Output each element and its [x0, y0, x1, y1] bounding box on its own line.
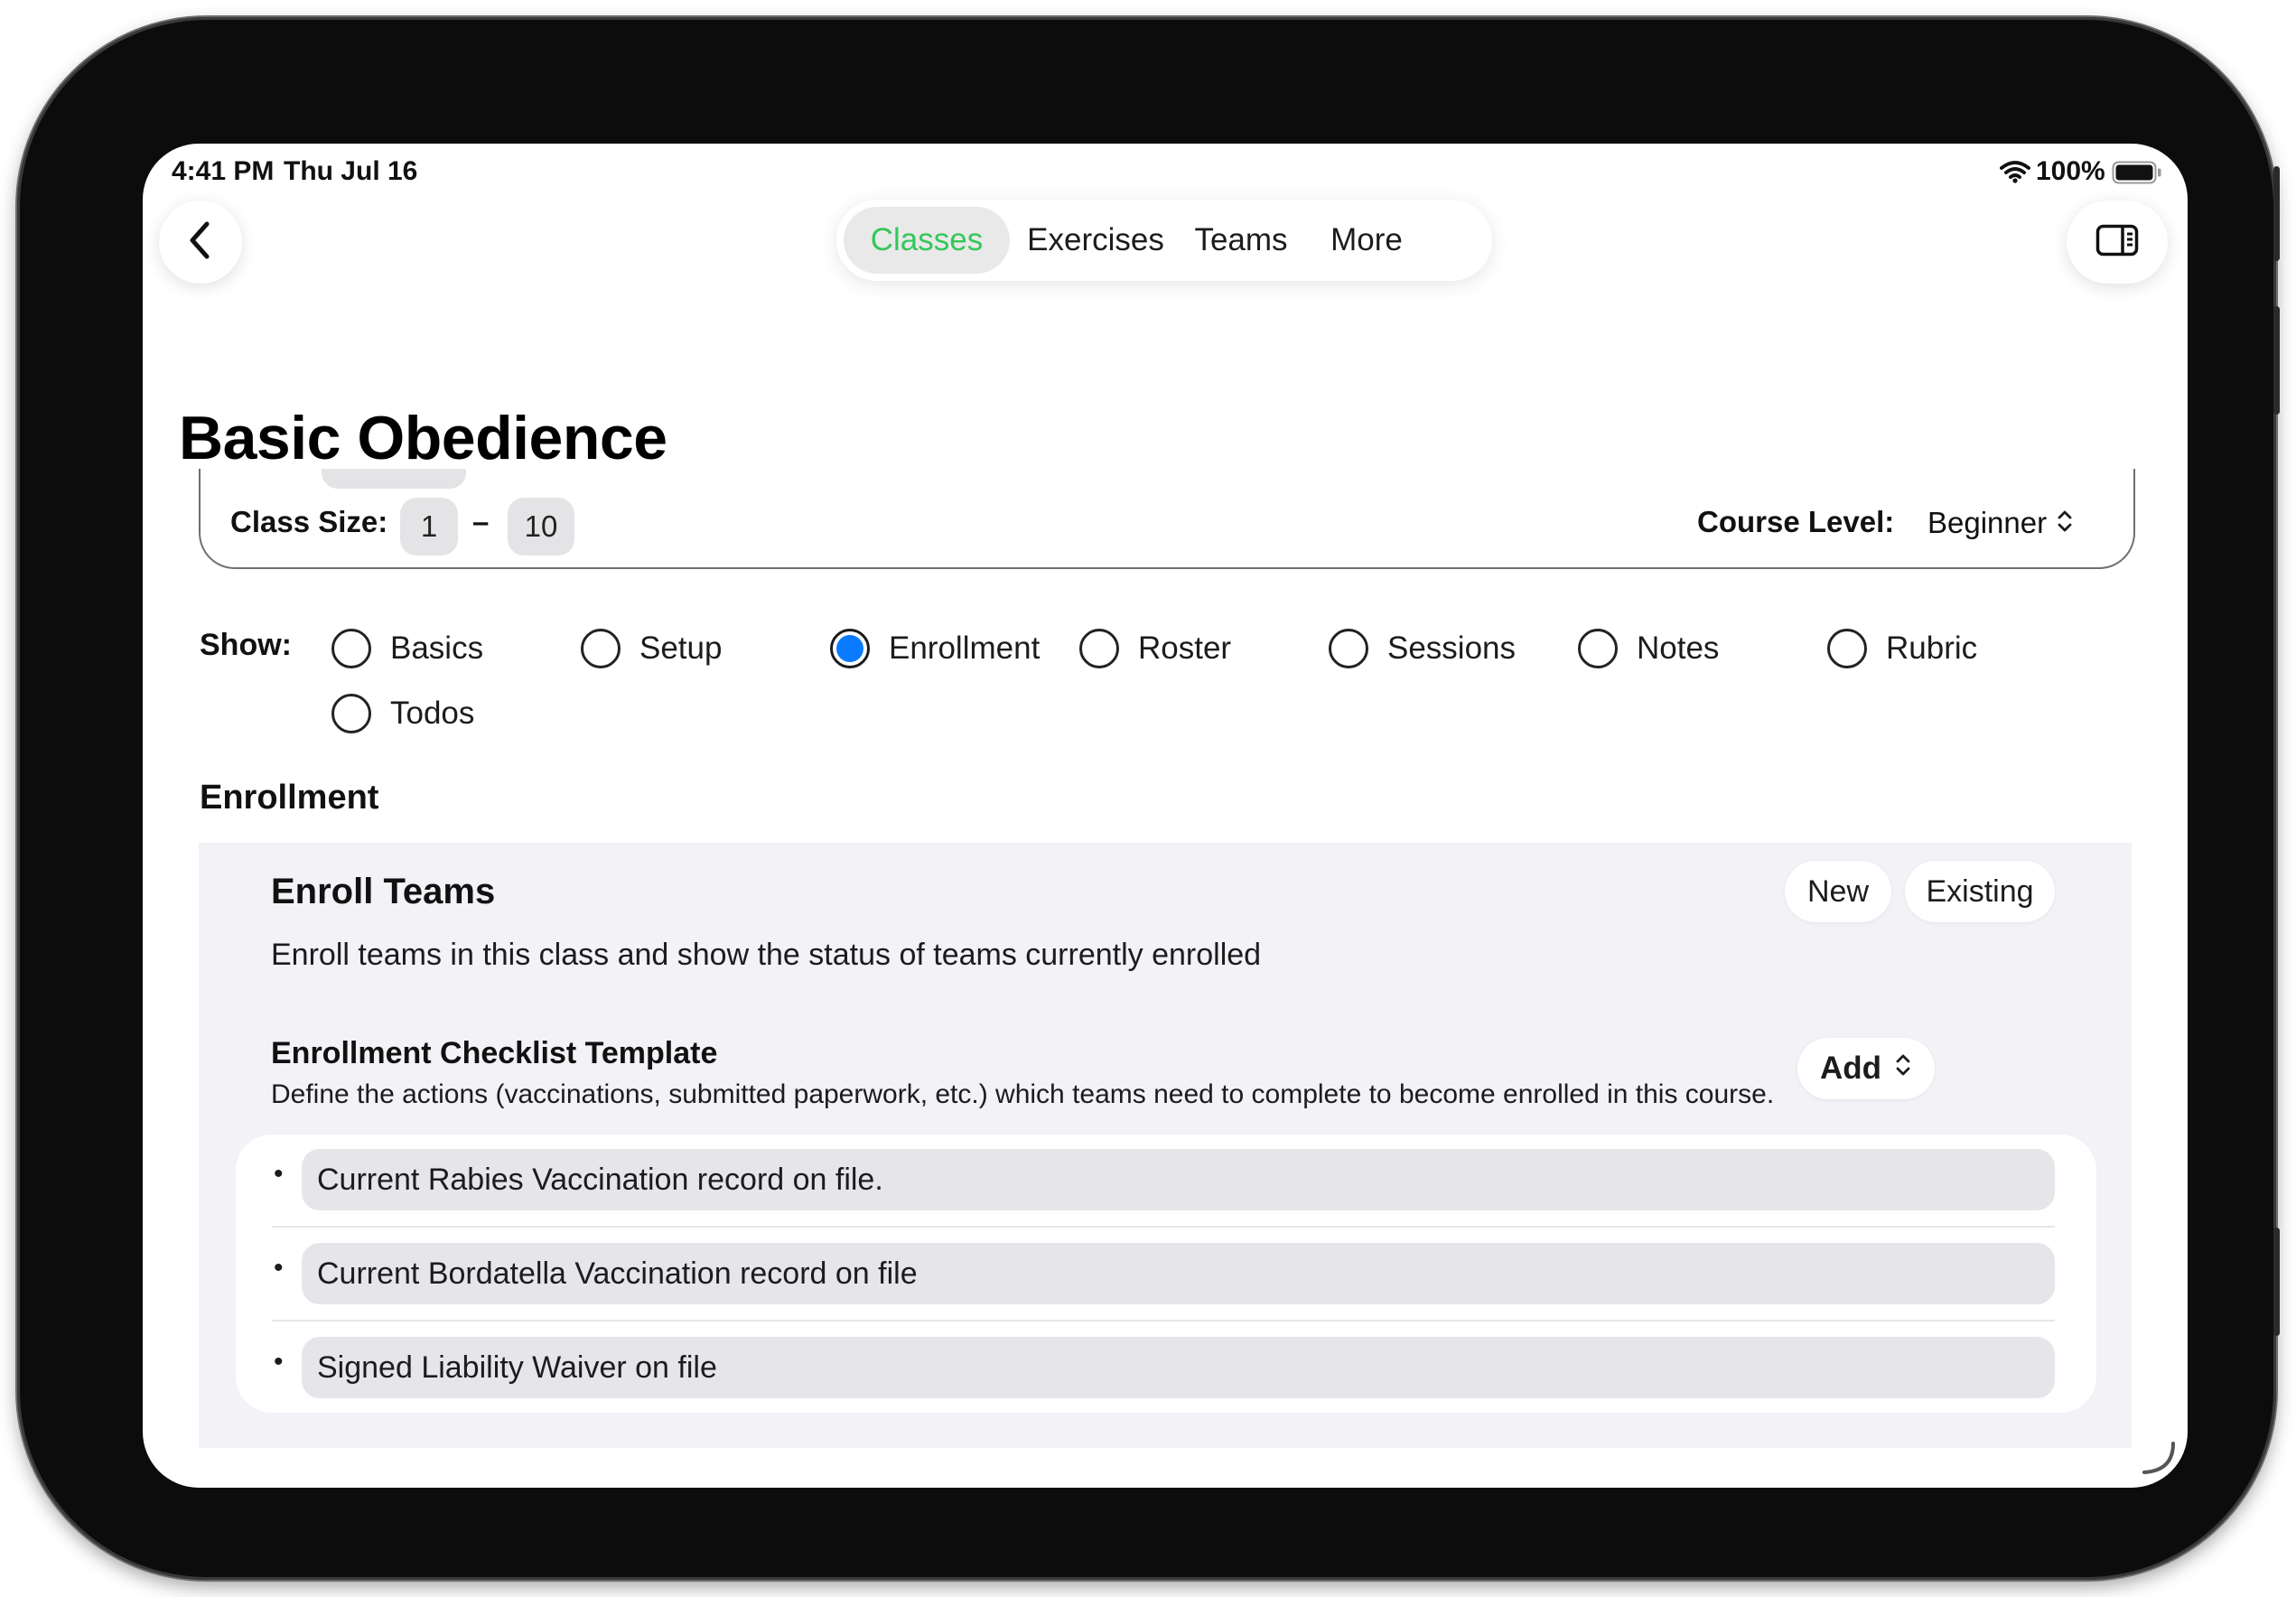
checklist-title: Enrollment Checklist Template [271, 1036, 718, 1070]
volume-up-button [2273, 306, 2280, 415]
top-button [2273, 166, 2280, 261]
section-title-enrollment: Enrollment [200, 779, 379, 817]
chevron-up-down-icon [1894, 1038, 1912, 1099]
tab-classes[interactable]: Classes [844, 207, 1010, 274]
sidebar-toggle-button[interactable] [2067, 201, 2168, 284]
battery-icon [2112, 161, 2162, 184]
radio-label-enrollment[interactable]: Enrollment [889, 630, 1040, 667]
checklist-item-field[interactable]: Current Rabies Vaccination record on fil… [302, 1149, 2055, 1210]
radio-label-sessions[interactable]: Sessions [1387, 630, 1516, 667]
status-time: 4:41 PM [172, 156, 275, 186]
wifi-icon [2000, 160, 2030, 183]
bullet-dot: • [274, 1347, 284, 1377]
radio-label-setup[interactable]: Setup [639, 630, 722, 667]
checklist-item-field[interactable]: Current Bordatella Vaccination record on… [302, 1243, 2055, 1304]
add-button-label: Add [1819, 1051, 1882, 1086]
radio-label-todos[interactable]: Todos [390, 696, 474, 732]
class-info-box: Class Size: 1 – 10 Course Level: Beginne… [199, 469, 2135, 569]
checklist-card: • Current Rabies Vaccination record on f… [236, 1135, 2096, 1413]
divider [272, 1226, 2055, 1228]
class-size-separator: – [472, 505, 490, 538]
radio-roster[interactable] [1079, 629, 1119, 668]
scrolled-field-partial [322, 469, 466, 489]
radio-label-rubric[interactable]: Rubric [1886, 630, 1977, 667]
status-date: Thu Jul 16 [284, 156, 418, 186]
bullet-dot: • [274, 1159, 284, 1189]
radio-enrollment[interactable] [830, 629, 870, 668]
class-size-label: Class Size: [230, 505, 388, 538]
show-label: Show: [200, 628, 292, 662]
bullet-dot: • [274, 1253, 284, 1283]
radio-rubric[interactable] [1827, 629, 1867, 668]
course-level-picker[interactable]: Beginner [1927, 503, 2074, 543]
screen: 4:41 PM Thu Jul 16 100% Classes Exercise… [143, 144, 2188, 1488]
page-title: Basic Obedience [179, 404, 667, 472]
back-button[interactable] [159, 201, 242, 284]
tab-more[interactable]: More [1313, 200, 1420, 281]
volume-down-button [2273, 1228, 2280, 1336]
radio-label-notes[interactable]: Notes [1637, 630, 1719, 667]
add-checklist-item-button[interactable]: Add [1797, 1038, 1935, 1099]
radio-setup[interactable] [581, 629, 621, 668]
course-level-label: Course Level: [1697, 505, 1895, 538]
tab-teams[interactable]: Teams [1181, 200, 1301, 281]
battery-percent: 100% [2036, 156, 2105, 186]
radio-label-roster[interactable]: Roster [1138, 630, 1231, 667]
sidebar-toggle-icon [2095, 224, 2139, 261]
tab-exercises[interactable]: Exercises [1022, 200, 1169, 281]
radio-sessions[interactable] [1329, 629, 1368, 668]
tab-bar: Classes Exercises Teams More [836, 200, 1492, 281]
checklist-item-field[interactable]: Signed Liability Waiver on file [302, 1337, 2055, 1398]
course-level-value: Beginner [1927, 506, 2048, 539]
radio-notes[interactable] [1578, 629, 1618, 668]
existing-team-button[interactable]: Existing [1905, 861, 2055, 922]
ipad-frame: 4:41 PM Thu Jul 16 100% Classes Exercise… [17, 17, 2280, 1580]
resize-corner-icon[interactable] [2139, 1438, 2177, 1476]
class-size-min-field[interactable]: 1 [400, 498, 458, 556]
divider [272, 1320, 2055, 1321]
enroll-teams-title: Enroll Teams [271, 872, 496, 911]
checklist-description: Define the actions (vaccinations, submit… [271, 1079, 1775, 1109]
chevron-left-icon [187, 220, 214, 265]
enroll-teams-description: Enroll teams in this class and show the … [271, 938, 1262, 972]
radio-label-basics[interactable]: Basics [390, 630, 483, 667]
chevron-up-down-icon [2056, 508, 2074, 539]
radio-basics[interactable] [331, 629, 371, 668]
radio-todos[interactable] [331, 694, 371, 733]
class-size-max-field[interactable]: 10 [508, 498, 574, 556]
new-team-button[interactable]: New [1785, 861, 1891, 922]
